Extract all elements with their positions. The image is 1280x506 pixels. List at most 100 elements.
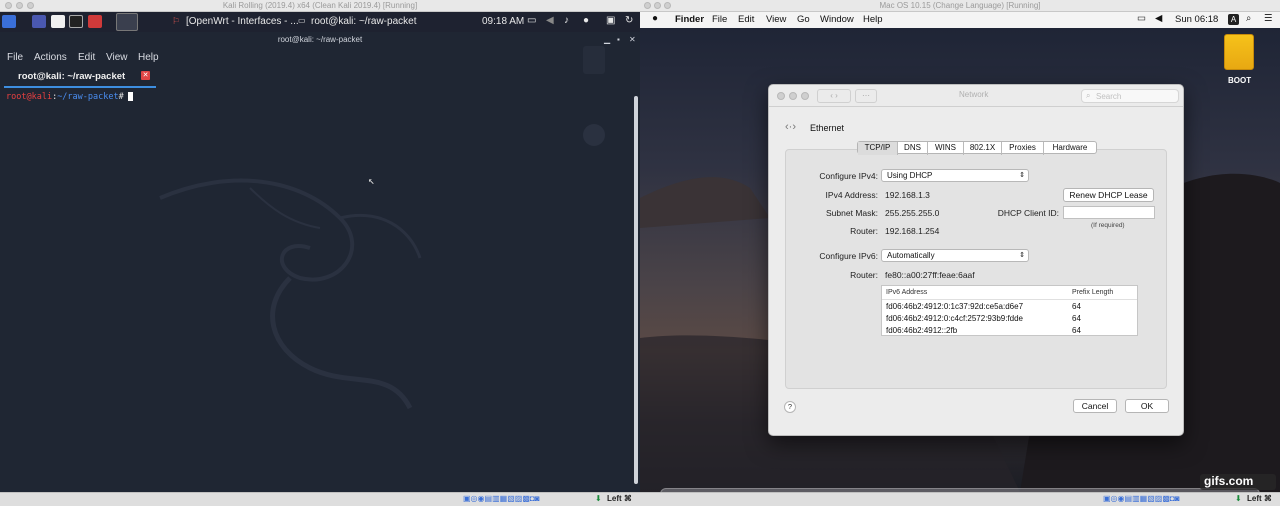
apple-menu-icon[interactable]: ●: [652, 13, 658, 24]
show-all-icon[interactable]: ⋯: [855, 89, 877, 103]
minimize-button[interactable]: [789, 92, 797, 100]
tab-8021x[interactable]: 802.1X: [964, 142, 1002, 155]
router-value: 192.168.1.254: [885, 226, 940, 236]
renew-dhcp-lease-button[interactable]: Renew DHCP Lease: [1063, 188, 1154, 202]
menu-file[interactable]: File: [712, 14, 727, 25]
menu-finder[interactable]: Finder: [675, 14, 704, 25]
zoom-button[interactable]: [27, 2, 34, 9]
search-icon: ⌕: [1086, 91, 1091, 100]
host-key-label: Left ⌘: [1247, 494, 1272, 503]
logout-icon[interactable]: ↻: [625, 15, 633, 26]
terminal-launcher-icon[interactable]: [69, 15, 83, 28]
dhcp-client-id-input[interactable]: [1063, 206, 1155, 219]
vbox-arrow-icon: ⬇: [1235, 494, 1242, 503]
close-button[interactable]: [5, 2, 12, 9]
volume-icon[interactable]: ◀: [546, 15, 554, 26]
ipv4-address-label: IPv4 Address:: [825, 190, 878, 200]
notification-center-icon[interactable]: ☰: [1264, 13, 1273, 24]
notification-bell-icon[interactable]: ♪: [564, 15, 569, 26]
mac-vbox-statusbar: ▣◎◉▤▥▦▧▨▩◘◙ ⬇ Left ⌘: [640, 492, 1280, 506]
workspace-icon[interactable]: [32, 15, 46, 28]
table-row[interactable]: fd06:46b2:4912:0:c4cf:2572:93b9:fdde 64: [882, 314, 1137, 326]
minimize-button[interactable]: [16, 2, 23, 9]
firefox-task-icon: ⚐: [172, 16, 181, 26]
kali-vbox-statusbar: ▣◎◉▤▥▦▧▨▩◘◙ ⬇ Left ⌘: [0, 492, 640, 506]
configure-ipv4-label: Configure IPv4:: [819, 171, 878, 181]
display-icon[interactable]: ▭: [527, 15, 536, 26]
menu-view[interactable]: View: [106, 52, 128, 63]
ipv6-table-header: IPv6 Address Prefix Length: [882, 286, 1137, 300]
input-source-icon[interactable]: A: [1228, 14, 1239, 25]
minimize-button[interactable]: [654, 2, 661, 9]
desktop-trash-icon: [583, 124, 605, 146]
menu-actions[interactable]: Actions: [34, 52, 67, 63]
boot-disk-icon[interactable]: [1224, 34, 1254, 70]
volume-icon[interactable]: ◀: [1155, 13, 1162, 24]
configure-ipv4-value: Using DHCP: [887, 171, 933, 180]
configure-ipv4-select[interactable]: Using DHCP ⇕: [881, 169, 1029, 182]
close-icon[interactable]: ✕: [629, 32, 636, 48]
network-toolbar: ‹ › ⋯ Network ⌕ Search: [769, 85, 1183, 107]
tab-hardware[interactable]: Hardware: [1044, 142, 1096, 155]
menu-go[interactable]: Go: [797, 14, 810, 25]
tab-dns[interactable]: DNS: [898, 142, 928, 155]
files-icon[interactable]: [51, 15, 65, 28]
menu-edit[interactable]: Edit: [738, 14, 754, 25]
help-button[interactable]: ?: [784, 401, 796, 413]
desktop-home-icon: [583, 46, 605, 74]
popup-arrows-icon: ⇕: [1019, 172, 1025, 179]
menu-help[interactable]: Help: [138, 52, 159, 63]
close-button[interactable]: [777, 92, 785, 100]
terminal-output[interactable]: root@kali:~/raw-packet# ↖: [0, 88, 634, 492]
zoom-button[interactable]: [664, 2, 671, 9]
kali-vm-window: Kali Rolling (2019.4) x64 (Clean Kali 20…: [0, 0, 640, 506]
spotlight-search-icon[interactable]: ⌕: [1246, 13, 1251, 24]
browser-icon[interactable]: [88, 15, 102, 28]
maximize-icon[interactable]: ▪: [617, 32, 620, 48]
tab-wins[interactable]: WINS: [928, 142, 964, 155]
close-button[interactable]: [644, 2, 651, 9]
menu-window[interactable]: Window: [820, 14, 854, 25]
tcpip-panel: [785, 149, 1167, 389]
prompt-symbol: #: [118, 92, 124, 102]
configure-ipv6-label: Configure IPv6:: [819, 251, 878, 261]
interface-name: Ethernet: [810, 123, 845, 133]
search-input[interactable]: ⌕ Search: [1081, 89, 1179, 103]
ipv6-address-table: IPv6 Address Prefix Length fd06:46b2:491…: [881, 285, 1138, 336]
menu-file[interactable]: File: [7, 52, 23, 63]
tab-tcpip[interactable]: TCP/IP: [858, 142, 898, 155]
mac-desktop: BOOT ‹ › ⋯ Network ⌕ Search ‹·› Ethernet…: [640, 28, 1280, 506]
menu-view[interactable]: View: [766, 14, 786, 25]
lock-icon[interactable]: ▣: [606, 15, 615, 26]
zoom-button[interactable]: [801, 92, 809, 100]
ok-button[interactable]: OK: [1125, 399, 1169, 413]
menu-edit[interactable]: Edit: [78, 52, 95, 63]
display-mirroring-icon[interactable]: ▭: [1137, 13, 1146, 24]
prompt-path: ~/raw-packet: [57, 92, 119, 102]
prompt-user: root@kali: [6, 92, 53, 102]
taskbar-item-terminal[interactable]: root@kali: ~/raw-packet: [311, 16, 416, 27]
table-row[interactable]: fd06:46b2:4912::2fb 64: [882, 326, 1137, 336]
power-icon[interactable]: ●: [583, 15, 589, 26]
mouse-pointer-icon: ↖: [368, 174, 375, 187]
terminal-scrollbar[interactable]: [634, 96, 638, 484]
terminal-tab[interactable]: root@kali: ~/raw-packet ✕: [4, 68, 156, 88]
mac-vbox-title: Mac OS 10.15 (Change Language) [Running]: [879, 1, 1041, 10]
taskbar-item-openwrt[interactable]: [OpenWrt - Interfaces - ...: [186, 16, 299, 27]
dhcp-client-id-label: DHCP Client ID:: [997, 208, 1059, 218]
window-switcher-icon[interactable]: [116, 13, 138, 31]
minimize-icon[interactable]: ▁: [604, 32, 610, 48]
kali-menu-icon[interactable]: [2, 15, 16, 28]
configure-ipv6-value: Automatically: [887, 251, 935, 260]
panel-clock[interactable]: 09:18 AM: [482, 16, 524, 27]
tab-proxies[interactable]: Proxies: [1002, 142, 1044, 155]
tab-bar: TCP/IP DNS WINS 802.1X Proxies Hardware: [857, 141, 1097, 155]
terminal-window: root@kali: ~/raw-packet ▁ ▪ ✕ File Actio…: [0, 32, 640, 492]
configure-ipv6-select[interactable]: Automatically ⇕: [881, 249, 1029, 262]
table-row[interactable]: fd06:46b2:4912:0:1c37:92d:ce5a:d6e7 64: [882, 302, 1137, 314]
cancel-button[interactable]: Cancel: [1073, 399, 1117, 413]
tab-close-icon[interactable]: ✕: [141, 71, 150, 80]
back-forward-icon[interactable]: ‹ ›: [817, 89, 851, 103]
menubar-clock[interactable]: Sun 06:18: [1175, 14, 1218, 25]
menu-help[interactable]: Help: [863, 14, 883, 25]
